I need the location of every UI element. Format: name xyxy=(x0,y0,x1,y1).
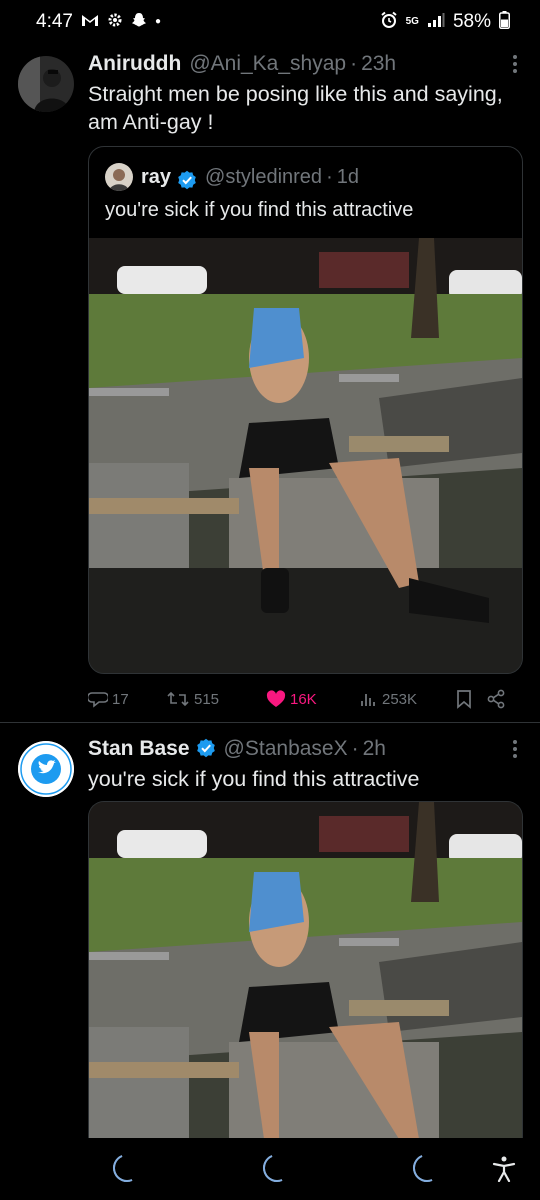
share-icon xyxy=(486,689,506,709)
accessibility-icon[interactable] xyxy=(492,1156,516,1187)
avatar[interactable] xyxy=(18,56,74,112)
battery-percent: 58% xyxy=(452,11,491,32)
retweet-icon xyxy=(166,690,190,708)
moon-icon[interactable] xyxy=(408,1154,434,1189)
tweet-time[interactable]: 23h xyxy=(361,52,396,76)
views-button[interactable]: 253K xyxy=(360,690,456,708)
gmail-icon xyxy=(81,13,99,31)
settings-icon xyxy=(107,12,123,32)
tweet-photo[interactable] xyxy=(88,801,523,1138)
more-options-icon[interactable] xyxy=(512,739,518,763)
reply-count: 17 xyxy=(112,690,129,708)
status-right: 5G 58% xyxy=(380,11,510,33)
views-count: 253K xyxy=(382,690,418,708)
author-name[interactable]: Aniruddh xyxy=(88,52,181,76)
moon-icon[interactable] xyxy=(108,1154,134,1189)
tweet[interactable]: Aniruddh @Ani_Ka_shyap · 23h Straight me… xyxy=(0,44,540,722)
like-button[interactable]: 16K xyxy=(266,690,360,708)
bookmark-icon xyxy=(456,689,472,709)
separator-dot: · xyxy=(350,52,358,75)
separator-dot: · xyxy=(351,737,359,760)
heart-icon xyxy=(266,690,286,708)
verified-badge-icon xyxy=(177,170,197,190)
tweet-header: Aniruddh @Ani_Ka_shyap · 23h xyxy=(88,52,396,76)
quote-photo[interactable] xyxy=(89,238,522,673)
author-handle[interactable]: @StanbaseX xyxy=(224,737,348,761)
quote-author-name: ray xyxy=(141,165,172,188)
verified-badge-icon xyxy=(196,738,216,758)
reply-button[interactable]: 17 xyxy=(88,689,166,709)
more-options-icon[interactable] xyxy=(512,54,518,78)
bottom-nav xyxy=(0,1138,540,1200)
signal-icon xyxy=(427,12,445,32)
separator-dot: · xyxy=(326,165,333,188)
status-bar: 4:47 ● 5G 58% xyxy=(0,0,540,44)
share-button[interactable] xyxy=(486,689,510,709)
like-count: 16K xyxy=(290,690,317,708)
retweet-count: 515 xyxy=(194,690,220,708)
author-handle[interactable]: @Ani_Ka_shyap xyxy=(189,52,346,76)
battery-icon xyxy=(499,11,510,33)
quote-author-handle: @styledinred xyxy=(205,165,323,188)
quoted-tweet[interactable]: ray @styledinred · 1d you're sick if you… xyxy=(88,146,523,674)
quote-avatar xyxy=(105,163,133,191)
status-time: 4:47 xyxy=(36,11,73,32)
alarm-icon xyxy=(380,11,398,33)
bookmark-button[interactable] xyxy=(456,689,486,709)
snapchat-icon xyxy=(131,12,147,32)
tweet-header: Stan Base @StanbaseX · 2h xyxy=(88,735,386,761)
tweet[interactable]: Stan Base @StanbaseX · 2h you're sick if… xyxy=(0,723,540,1138)
quote-text: you're sick if you find this attractive xyxy=(105,199,414,221)
avatar[interactable] xyxy=(18,741,74,797)
author-name[interactable]: Stan Base xyxy=(88,737,190,761)
views-icon xyxy=(360,690,378,708)
network-type: 5G xyxy=(405,16,419,27)
dot-icon: ● xyxy=(154,16,162,27)
tweet-time[interactable]: 2h xyxy=(363,737,386,761)
quote-time: 1d xyxy=(336,165,359,188)
moon-icon[interactable] xyxy=(258,1154,284,1189)
tweet-text: you're sick if you find this attractive xyxy=(88,767,420,791)
tweet-actions: 17 515 16K 253K xyxy=(88,684,518,714)
status-left: 4:47 ● xyxy=(36,11,161,33)
retweet-button[interactable]: 515 xyxy=(166,690,266,708)
reply-icon xyxy=(88,689,108,709)
quote-header: ray @styledinred · 1d xyxy=(105,163,359,191)
tweet-text: Straight men be posing like this and say… xyxy=(88,82,503,134)
